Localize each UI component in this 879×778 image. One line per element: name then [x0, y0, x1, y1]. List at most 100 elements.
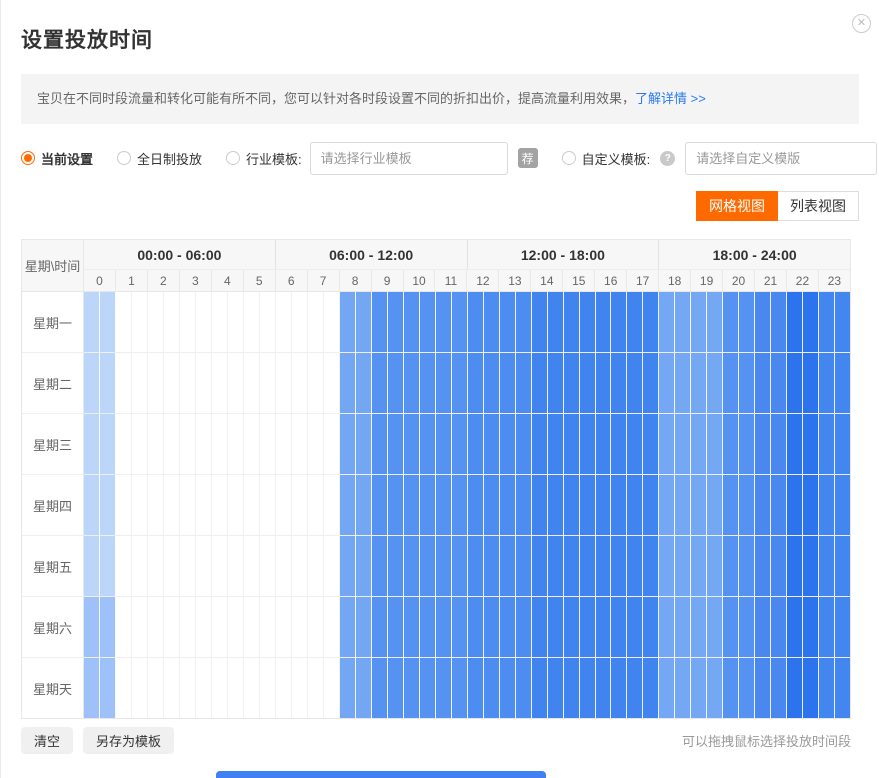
custom-template-input[interactable]	[685, 142, 877, 175]
schedule-cell[interactable]	[452, 353, 468, 413]
schedule-cell[interactable]	[723, 353, 739, 413]
schedule-cell[interactable]	[180, 536, 196, 596]
radio-unselected-icon[interactable]	[226, 151, 240, 165]
schedule-cell[interactable]	[500, 475, 516, 535]
schedule-cell[interactable]	[787, 353, 803, 413]
schedule-cell[interactable]	[388, 536, 404, 596]
schedule-cell[interactable]	[803, 292, 819, 352]
schedule-cell[interactable]	[84, 292, 100, 352]
schedule-cell[interactable]	[516, 292, 532, 352]
schedule-cell[interactable]	[148, 475, 164, 535]
schedule-cell[interactable]	[196, 414, 212, 474]
schedule-cell[interactable]	[196, 475, 212, 535]
schedule-cell[interactable]	[755, 414, 771, 474]
schedule-cell[interactable]	[819, 414, 835, 474]
schedule-cell[interactable]	[500, 658, 516, 718]
schedule-cell[interactable]	[196, 292, 212, 352]
schedule-cell[interactable]	[739, 536, 755, 596]
schedule-cell[interactable]	[116, 292, 132, 352]
schedule-cell[interactable]	[691, 597, 707, 657]
schedule-cell[interactable]	[548, 475, 564, 535]
schedule-cell[interactable]	[308, 475, 324, 535]
schedule-cell[interactable]	[84, 414, 100, 474]
schedule-cell[interactable]	[643, 353, 659, 413]
schedule-cell[interactable]	[580, 292, 596, 352]
schedule-cell[interactable]	[324, 536, 340, 596]
schedule-cell[interactable]	[276, 658, 292, 718]
schedule-cell[interactable]	[388, 597, 404, 657]
schedule-cell[interactable]	[739, 353, 755, 413]
schedule-cell[interactable]	[132, 292, 148, 352]
schedule-cell[interactable]	[611, 353, 627, 413]
schedule-cell[interactable]	[196, 353, 212, 413]
schedule-cell[interactable]	[196, 658, 212, 718]
schedule-cell[interactable]	[436, 292, 452, 352]
schedule-cell[interactable]	[164, 597, 180, 657]
schedule-cell[interactable]	[436, 475, 452, 535]
help-icon[interactable]: ?	[660, 151, 675, 166]
schedule-cell[interactable]	[580, 414, 596, 474]
schedule-cell[interactable]	[739, 658, 755, 718]
schedule-cell[interactable]	[580, 475, 596, 535]
schedule-cell[interactable]	[596, 353, 612, 413]
schedule-cell[interactable]	[835, 658, 850, 718]
schedule-cell[interactable]	[532, 658, 548, 718]
schedule-cell[interactable]	[388, 292, 404, 352]
schedule-cell[interactable]	[436, 536, 452, 596]
schedule-cell[interactable]	[659, 292, 675, 352]
schedule-cell[interactable]	[420, 536, 436, 596]
schedule-cell[interactable]	[276, 414, 292, 474]
schedule-cell[interactable]	[468, 536, 484, 596]
schedule-cell[interactable]	[292, 536, 308, 596]
schedule-cell[interactable]	[611, 475, 627, 535]
schedule-cell[interactable]	[228, 536, 244, 596]
schedule-cell[interactable]	[244, 475, 260, 535]
schedule-cell[interactable]	[627, 475, 643, 535]
schedule-cell[interactable]	[404, 353, 420, 413]
schedule-cell[interactable]	[308, 414, 324, 474]
schedule-cell[interactable]	[659, 353, 675, 413]
schedule-cell[interactable]	[675, 475, 691, 535]
schedule-cell[interactable]	[260, 658, 276, 718]
schedule-cell[interactable]	[212, 536, 228, 596]
learn-more-link[interactable]: 了解详情 >>	[635, 91, 706, 106]
schedule-cell[interactable]	[707, 292, 723, 352]
schedule-cell[interactable]	[659, 536, 675, 596]
schedule-cell[interactable]	[771, 292, 787, 352]
schedule-cell[interactable]	[100, 475, 116, 535]
schedule-cell[interactable]	[180, 475, 196, 535]
schedule-cell[interactable]	[404, 597, 420, 657]
schedule-cell[interactable]	[84, 475, 100, 535]
radio-custom-template[interactable]: 自定义模板:	[562, 149, 651, 168]
schedule-cell[interactable]	[484, 353, 500, 413]
schedule-cell[interactable]	[100, 536, 116, 596]
schedule-cell[interactable]	[596, 414, 612, 474]
schedule-cell[interactable]	[771, 353, 787, 413]
schedule-cell[interactable]	[532, 414, 548, 474]
schedule-cell[interactable]	[675, 658, 691, 718]
schedule-cell[interactable]	[659, 414, 675, 474]
schedule-cell[interactable]	[707, 536, 723, 596]
schedule-cell[interactable]	[771, 536, 787, 596]
schedule-cell[interactable]	[564, 658, 580, 718]
schedule-cell[interactable]	[835, 475, 850, 535]
schedule-cell[interactable]	[452, 414, 468, 474]
schedule-cell[interactable]	[164, 353, 180, 413]
schedule-cell[interactable]	[723, 597, 739, 657]
schedule-cell[interactable]	[532, 353, 548, 413]
schedule-cell[interactable]	[356, 292, 372, 352]
save-as-template-button[interactable]: 另存为模板	[83, 727, 174, 754]
schedule-cell[interactable]	[420, 597, 436, 657]
schedule-cell[interactable]	[532, 292, 548, 352]
schedule-cell[interactable]	[452, 658, 468, 718]
schedule-cell[interactable]	[340, 353, 356, 413]
schedule-cell[interactable]	[771, 658, 787, 718]
schedule-cell[interactable]	[148, 658, 164, 718]
schedule-cell[interactable]	[627, 353, 643, 413]
schedule-cell[interactable]	[404, 292, 420, 352]
schedule-cell[interactable]	[771, 475, 787, 535]
schedule-cell[interactable]	[212, 292, 228, 352]
schedule-cell[interactable]	[132, 475, 148, 535]
schedule-cell[interactable]	[84, 536, 100, 596]
schedule-cell[interactable]	[84, 597, 100, 657]
